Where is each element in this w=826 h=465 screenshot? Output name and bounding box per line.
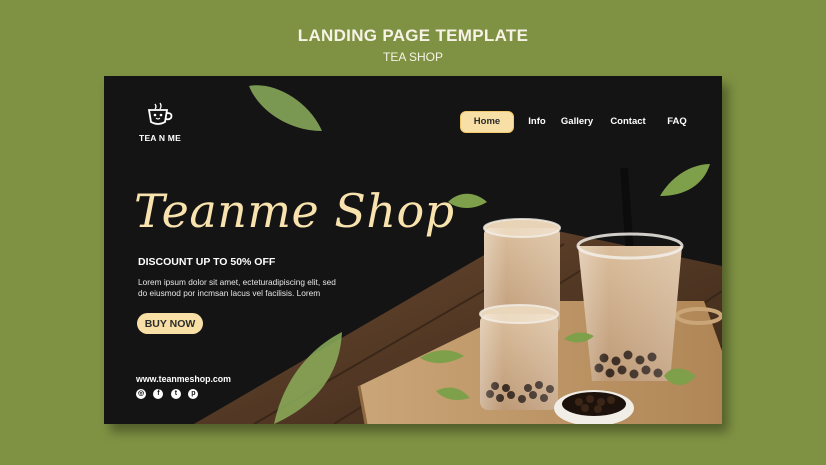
template-title: LANDING PAGE TEMPLATE: [297, 26, 529, 45]
twitter-icon[interactable]: t: [170, 389, 181, 399]
nav-home[interactable]: Home: [460, 111, 514, 133]
facebook-icon[interactable]: f: [153, 389, 164, 399]
website-link[interactable]: www.teanmeshop.com: [136, 374, 231, 384]
bubble-tea-cup: [576, 167, 684, 381]
social-links: ◎ f t p: [136, 389, 201, 407]
nav-contact[interactable]: Contact: [606, 111, 650, 133]
landing-page-preview: TEA N ME Home Info Gallery Contact FAQ T…: [104, 76, 722, 424]
brand-name: TEA N ME: [139, 133, 181, 143]
nav-gallery[interactable]: Gallery: [558, 111, 596, 133]
buy-now-button[interactable]: BUY NOW: [137, 313, 203, 334]
nav-info[interactable]: Info: [520, 111, 554, 133]
brand-logo[interactable]: TEA N ME: [130, 102, 190, 143]
bubble-tea-glass-front: [479, 304, 559, 410]
description-line: Lorem ipsum dolor sit amet, ecteturadipi…: [138, 277, 336, 287]
pinterest-icon[interactable]: p: [188, 389, 199, 399]
hero-title: Teanme Shop: [134, 184, 455, 238]
description-line: do eiusmod por incmsan lacus vel facilis…: [138, 287, 321, 298]
hero-description: Lorem ipsum dolor sit amet, ecteturadipi…: [138, 277, 358, 298]
template-subtitle: TEA SHOP: [382, 50, 444, 64]
instagram-icon[interactable]: ◎: [136, 389, 146, 399]
nav-faq[interactable]: FAQ: [662, 111, 692, 133]
discount-text: DISCOUNT UP TO 50% OFF: [138, 256, 276, 268]
tea-cup-face-icon: [147, 102, 173, 125]
